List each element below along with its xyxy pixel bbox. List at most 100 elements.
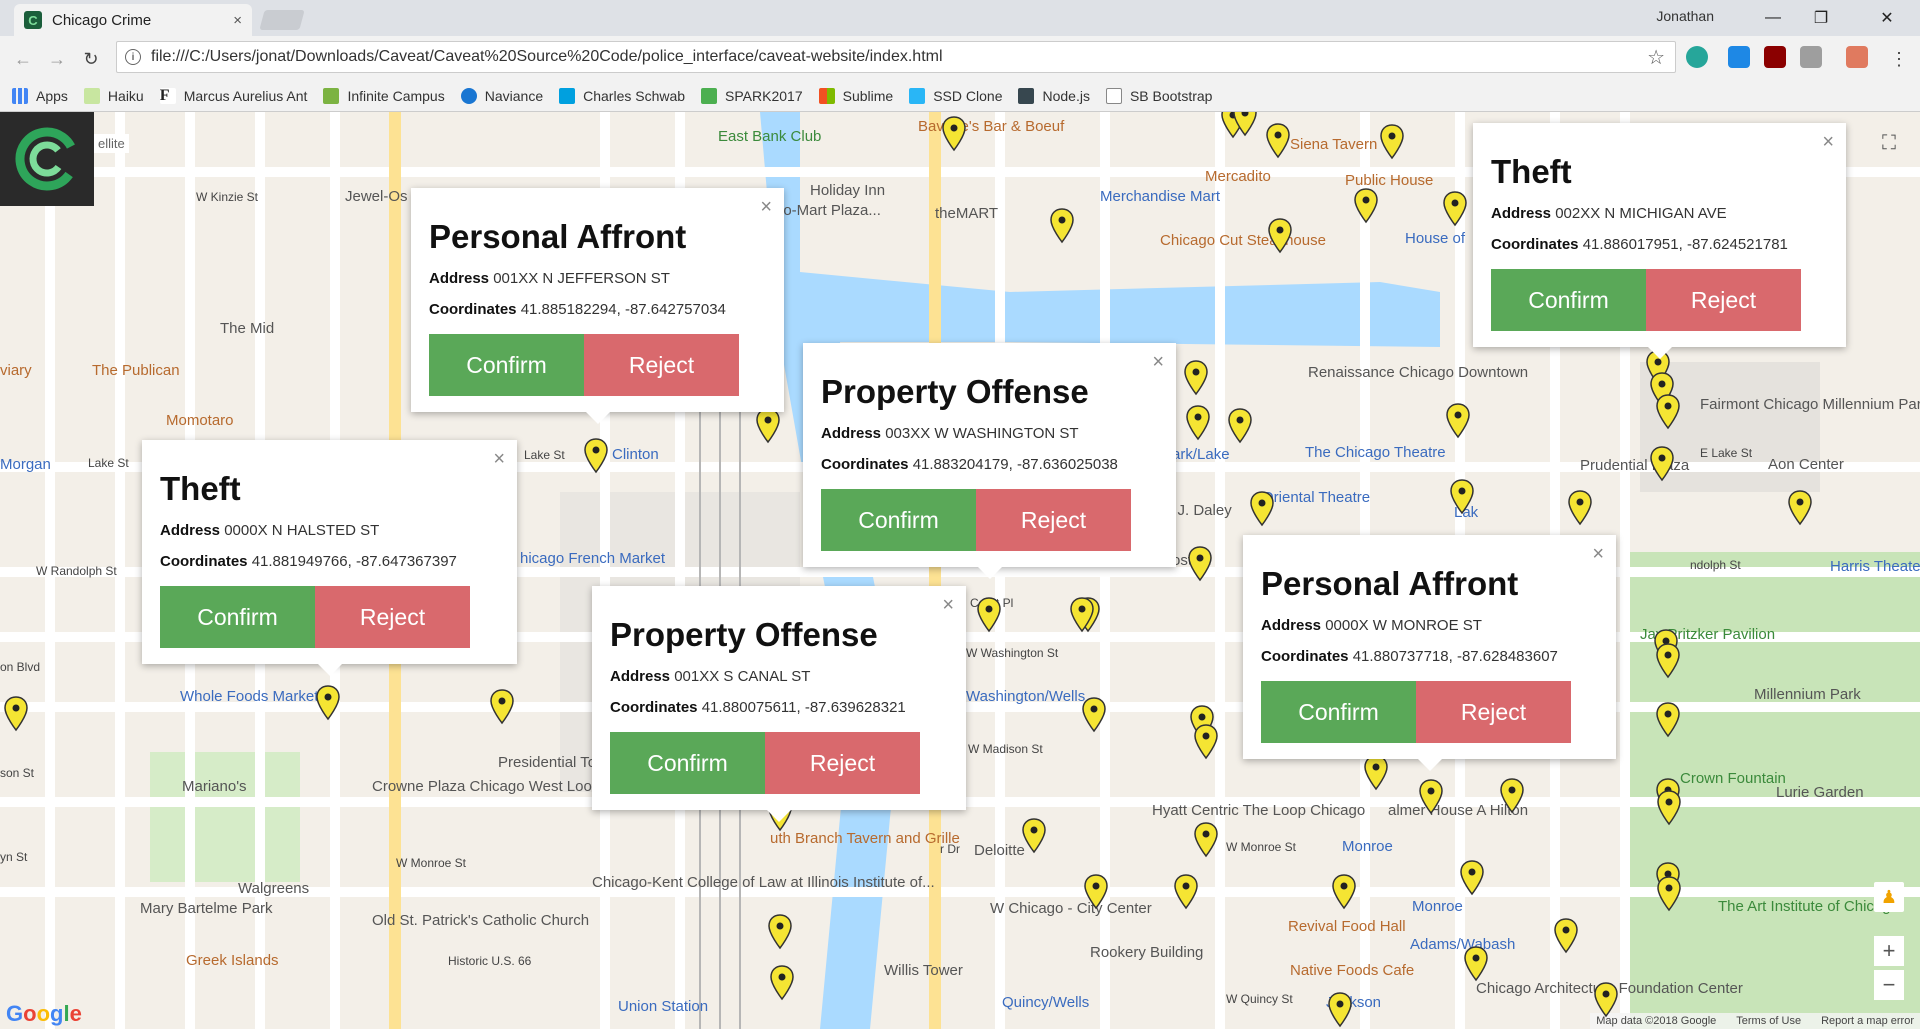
crime-marker-pin[interactable] <box>1568 490 1592 528</box>
confirm-button[interactable]: Confirm <box>429 334 584 396</box>
poi-label[interactable]: ark/Lake <box>1172 446 1230 463</box>
confirm-button[interactable]: Confirm <box>821 489 976 551</box>
crime-marker-pin[interactable] <box>977 597 1001 635</box>
crime-marker-pin[interactable] <box>1050 208 1074 246</box>
crime-marker-pin[interactable] <box>1070 597 1094 635</box>
poi-label[interactable]: Public House <box>1345 172 1433 189</box>
google-logo[interactable]: Google <box>6 1001 82 1027</box>
poi-label[interactable]: Greek Islands <box>186 952 279 969</box>
confirm-button[interactable]: Confirm <box>610 732 765 794</box>
close-icon[interactable]: × <box>493 448 505 471</box>
crime-marker-pin[interactable] <box>1233 112 1257 139</box>
poi-label[interactable]: Aon Center <box>1768 456 1844 473</box>
poi-label[interactable]: Crowne Plaza Chicago West Loop <box>372 778 600 795</box>
poi-label[interactable]: Revival Food Hall <box>1288 918 1406 935</box>
crime-marker-pin[interactable] <box>1328 992 1352 1029</box>
crime-marker-pin[interactable] <box>4 696 28 734</box>
poi-label[interactable]: theMART <box>935 205 998 222</box>
crime-marker-pin[interactable] <box>316 685 340 723</box>
poi-label[interactable]: Jewel-Os <box>345 188 408 205</box>
terms-link[interactable]: Terms of Use <box>1736 1015 1801 1027</box>
crime-marker-pin[interactable] <box>1332 874 1356 912</box>
poi-label[interactable]: uth Branch Tavern and Grille <box>770 830 960 847</box>
poi-label[interactable]: The Art Institute of Chicago <box>1718 898 1899 915</box>
shield-icon[interactable] <box>1800 46 1822 68</box>
address-bar[interactable]: i file:///C:/Users/jonat/Downloads/Cavea… <box>116 41 1676 73</box>
crime-marker-pin[interactable] <box>1554 918 1578 956</box>
poi-label[interactable]: East Bank Club <box>718 128 821 145</box>
close-icon[interactable]: × <box>942 594 954 617</box>
poi-label[interactable]: Native Foods Cafe <box>1290 962 1414 979</box>
crime-marker-pin[interactable] <box>1419 779 1443 817</box>
poi-label[interactable]: Presidential To <box>498 754 596 771</box>
reject-button[interactable]: Reject <box>315 586 470 648</box>
bookmark-apps[interactable]: Apps <box>12 88 68 104</box>
poi-label[interactable]: House of <box>1405 230 1465 247</box>
crime-marker-pin[interactable] <box>1184 360 1208 398</box>
poi-label[interactable]: Morgan <box>0 456 51 473</box>
poi-label[interactable]: Siena Tavern <box>1290 136 1377 153</box>
crime-marker-pin[interactable] <box>1450 479 1474 517</box>
poi-label[interactable]: viary <box>0 362 32 379</box>
map-canvas[interactable]: Bavette's Bar & Boeuf East Bank Club Hol… <box>0 112 1920 1029</box>
browser-tab[interactable]: C Chicago Crime × <box>14 4 252 36</box>
url-text[interactable]: file:///C:/Users/jonat/Downloads/Caveat/… <box>151 48 1647 66</box>
bookmark-marcus[interactable]: F Marcus Aurelius Ant <box>159 88 307 104</box>
crime-marker-pin[interactable] <box>1657 876 1681 914</box>
poi-label[interactable]: Deloitte <box>974 842 1025 859</box>
crime-marker-pin[interactable] <box>1228 408 1252 446</box>
poi-label[interactable]: Chicago-Kent College of Law at Illinois … <box>592 874 935 891</box>
poi-label[interactable]: Millennium Park <box>1754 686 1861 703</box>
restore-button[interactable]: ❐ <box>1798 4 1844 32</box>
crime-marker-pin[interactable] <box>942 116 966 154</box>
reject-button[interactable]: Reject <box>1646 269 1801 331</box>
profile-name[interactable]: Jonathan <box>1656 8 1714 24</box>
poi-label[interactable]: Holiday Inn <box>810 182 885 199</box>
zoom-out-button[interactable]: − <box>1874 970 1904 1000</box>
crime-marker-pin[interactable] <box>1186 405 1210 443</box>
close-window-button[interactable]: ✕ <box>1864 4 1910 32</box>
ublock-icon[interactable] <box>1764 46 1786 68</box>
crime-marker-pin[interactable] <box>756 408 780 446</box>
poi-label[interactable]: Crown Fountain <box>1680 770 1786 787</box>
crime-marker-pin[interactable] <box>1594 982 1618 1020</box>
poi-label[interactable]: Harris Theate Music and Da <box>1830 558 1920 575</box>
poi-label[interactable]: Oriental Theatre <box>1262 489 1370 506</box>
crime-marker-pin[interactable] <box>1650 446 1674 484</box>
poi-label[interactable]: The Chicago Theatre <box>1305 444 1446 461</box>
back-icon[interactable]: ← <box>10 46 36 72</box>
new-tab-button[interactable] <box>259 10 305 30</box>
crime-marker-pin[interactable] <box>1188 546 1212 584</box>
extension-crab-icon[interactable] <box>1846 46 1868 68</box>
report-error-link[interactable]: Report a map error <box>1821 1015 1914 1027</box>
satellite-toggle[interactable]: ellite <box>94 134 129 153</box>
poi-label[interactable]: Quincy/Wells <box>1002 994 1089 1011</box>
bookmark-ssd-clone[interactable]: SSD Clone <box>909 88 1002 104</box>
zoom-in-button[interactable]: + <box>1874 936 1904 966</box>
crime-marker-pin[interactable] <box>1657 790 1681 828</box>
bookmark-spark[interactable]: SPARK2017 <box>701 88 803 104</box>
poi-label[interactable]: Walgreens <box>238 880 309 897</box>
reload-icon[interactable]: ↻ <box>78 46 104 72</box>
fullscreen-icon[interactable]: ⛶ <box>1874 128 1904 158</box>
poi-label[interactable]: Mercadito <box>1205 168 1271 185</box>
crime-marker-pin[interactable] <box>1268 218 1292 256</box>
extension-mint-icon[interactable] <box>1686 46 1708 68</box>
bookmark-haiku[interactable]: Haiku <box>83 88 144 104</box>
bookmark-sb-bootstrap[interactable]: SB Bootstrap <box>1105 88 1212 104</box>
poi-label[interactable]: Willis Tower <box>884 962 963 979</box>
poi-label[interactable]: go-Mart Plaza... <box>775 202 881 219</box>
poi-label[interactable]: Lurie Garden <box>1776 784 1864 801</box>
poi-label[interactable]: hicago French Market <box>520 550 665 567</box>
crime-marker-pin[interactable] <box>1022 818 1046 856</box>
poi-label[interactable]: Momotaro <box>166 412 234 429</box>
crime-marker-pin[interactable] <box>1194 724 1218 762</box>
forward-icon[interactable]: → <box>44 46 70 72</box>
crime-marker-pin[interactable] <box>1788 490 1812 528</box>
bookmark-infinite-campus[interactable]: Infinite Campus <box>323 88 445 104</box>
poi-label[interactable]: Mariano's <box>182 778 247 795</box>
tab-close-icon[interactable]: × <box>233 12 242 29</box>
poi-label[interactable]: Clinton <box>612 446 659 463</box>
crime-marker-pin[interactable] <box>1446 403 1470 441</box>
crime-marker-pin[interactable] <box>1443 191 1467 229</box>
